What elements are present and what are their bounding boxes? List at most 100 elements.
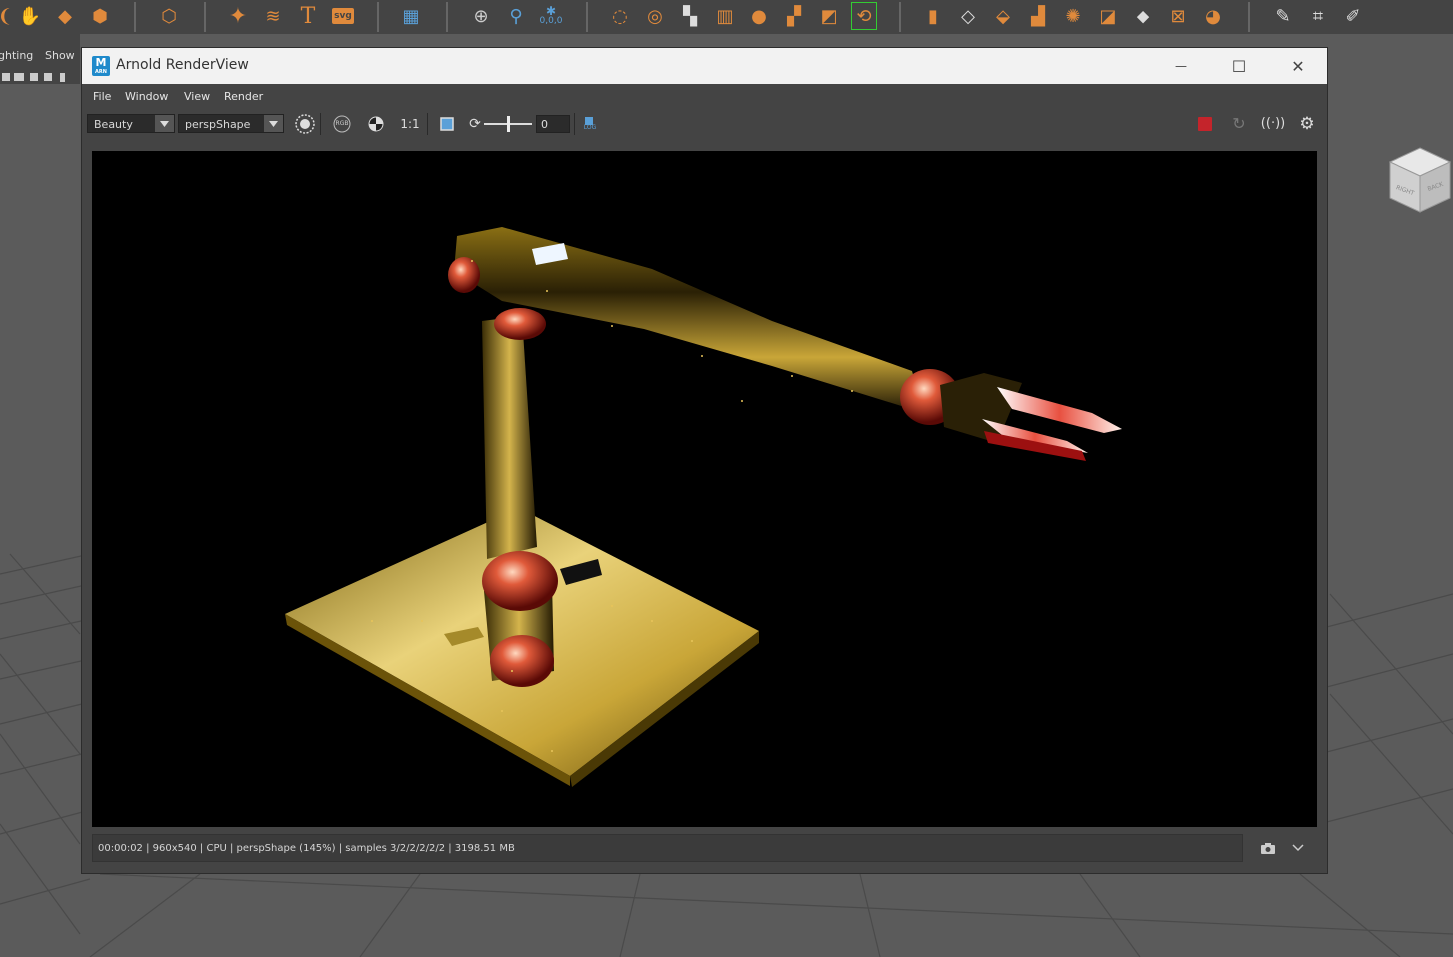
boolean-icon[interactable]: ▥: [712, 3, 738, 29]
svg-icon[interactable]: svg: [330, 3, 356, 29]
sweep-icon[interactable]: ≋: [260, 3, 286, 29]
menu-window[interactable]: Window: [125, 90, 168, 103]
shelf-separator: [134, 2, 136, 32]
freeze-icon[interactable]: ✱ 0,0,0: [538, 3, 564, 29]
smooth-icon[interactable]: ▞: [781, 3, 807, 29]
minimize-icon: —: [1175, 59, 1187, 73]
log-label: LOG: [583, 123, 597, 131]
toolbar-separator: [427, 113, 428, 135]
status-text: 00:00:02 | 960x540 | CPU | perspShape (1…: [98, 843, 515, 854]
ipr-icon[interactable]: ((·)): [1261, 113, 1285, 134]
viewcube[interactable]: RIGHT BACK: [1388, 144, 1452, 216]
show-menu[interactable]: Show: [45, 49, 75, 62]
poly-shape-icon[interactable]: ⬢: [87, 3, 113, 29]
exposure-field[interactable]: 0: [536, 115, 570, 133]
lasso-icon[interactable]: ❨: [0, 3, 18, 29]
shelf-separator: [899, 2, 901, 32]
viewport-mini-icons: [2, 73, 65, 82]
render-image: [285, 227, 1122, 787]
extract-icon[interactable]: ▚: [677, 3, 703, 29]
menu-view[interactable]: View: [184, 90, 210, 103]
maximize-icon: ☐: [1231, 56, 1247, 76]
shelf-separator: [1248, 2, 1250, 32]
shelf-separator: [377, 2, 379, 32]
stop-render-icon[interactable]: [1194, 113, 1216, 134]
cube-icon[interactable]: ✺: [1060, 3, 1086, 29]
chevron-down-icon: [155, 115, 174, 132]
alpha-channel-icon[interactable]: [365, 113, 387, 134]
fill-hole-icon[interactable]: ◇: [955, 3, 981, 29]
camera-value: perspShape: [185, 118, 251, 131]
rgb-label: RGB: [335, 120, 349, 127]
ratio-button[interactable]: 1:1: [399, 113, 421, 134]
window-title: Arnold RenderView: [116, 57, 249, 73]
arnold-renderview-window: M ARN Arnold RenderView — ☐ ✕ File Window…: [81, 47, 1328, 874]
mirror-icon[interactable]: ●: [746, 3, 772, 29]
refresh-icon[interactable]: ↻: [1228, 113, 1250, 134]
expand-button[interactable]: [1287, 838, 1309, 858]
bevel-icon[interactable]: ◩: [816, 3, 842, 29]
crease-icon[interactable]: ◕: [1200, 3, 1226, 29]
gear-icon[interactable]: ⚙: [1296, 113, 1318, 134]
toolbar-separator: [574, 113, 575, 135]
sculpt-icon[interactable]: ✐: [1340, 3, 1366, 29]
bridge-icon[interactable]: ⟲: [851, 2, 877, 30]
extrude-icon[interactable]: ▮: [920, 3, 946, 29]
menu-render[interactable]: Render: [224, 90, 263, 103]
toolbar-separator: [320, 113, 321, 135]
shelf-separator: [446, 2, 448, 32]
aov-dropdown[interactable]: Beauty: [87, 114, 175, 133]
log-button[interactable]: LOG: [579, 113, 601, 134]
render-toolbar: Beauty perspShape RGB 1:1 ⟳ 0 LOG ↻ ((·)…: [82, 108, 1327, 138]
close-button[interactable]: ✕: [1275, 52, 1321, 80]
render-region-icon[interactable]: [294, 113, 316, 134]
diamond-icon[interactable]: ◆: [52, 3, 78, 29]
title-bar[interactable]: M ARN Arnold RenderView — ☐ ✕: [82, 48, 1327, 84]
rgb-channel-button[interactable]: RGB: [331, 113, 353, 134]
sparkle-icon[interactable]: ✦: [225, 3, 251, 29]
paint-select-icon[interactable]: ✋: [17, 3, 43, 29]
exposure-icon[interactable]: ⟳: [464, 113, 486, 134]
viewport-menu: ghting Show: [0, 34, 80, 84]
polyhedron-icon[interactable]: ⬡: [156, 3, 182, 29]
planar-icon[interactable]: ◪: [1095, 3, 1121, 29]
exposure-value: 0: [541, 118, 548, 131]
zero-pivot-icon[interactable]: ⚲: [503, 3, 529, 29]
camera-icon: [1261, 842, 1275, 854]
camera-dropdown[interactable]: perspShape: [178, 114, 284, 133]
logo-sub: ARN: [95, 69, 107, 75]
text-icon[interactable]: T: [295, 3, 321, 29]
sphere-icon[interactable]: ⊠: [1165, 3, 1191, 29]
pivot-readout: 0,0,0: [539, 16, 563, 26]
target-weld-icon[interactable]: ▟: [1025, 3, 1051, 29]
maya-logo-icon: M ARN: [92, 56, 110, 76]
viewport-mini-toolbar[interactable]: [0, 68, 80, 82]
shelf-separator: [586, 2, 588, 32]
menu-bar: File Window View Render: [82, 84, 1327, 108]
chevron-down-icon: [264, 115, 283, 132]
menu-file[interactable]: File: [93, 90, 111, 103]
lighting-menu[interactable]: ghting: [0, 49, 33, 62]
aov-value: Beauty: [94, 118, 133, 131]
merge-icon[interactable]: ⬥: [1130, 3, 1156, 29]
close-icon: ✕: [1291, 56, 1305, 76]
uv-icon[interactable]: ⬙: [990, 3, 1016, 29]
svg-label: svg: [332, 8, 354, 24]
maximize-button[interactable]: ☐: [1216, 52, 1262, 80]
edit-mesh-icon[interactable]: ⌗: [1305, 3, 1331, 29]
logo-letter: M: [95, 56, 107, 69]
multicut-icon[interactable]: ✎: [1270, 3, 1296, 29]
shelf-separator: [204, 2, 206, 32]
grid-icon[interactable]: ▦: [398, 3, 424, 29]
snapshot-button[interactable]: [1257, 838, 1279, 858]
chevron-down-icon: [1292, 844, 1304, 852]
status-bar: 00:00:02 | 960x540 | CPU | perspShape (1…: [92, 834, 1243, 862]
minimize-button[interactable]: —: [1158, 52, 1204, 80]
exposure-slider-handle[interactable]: [507, 116, 510, 132]
combine-icon[interactable]: ◌: [607, 3, 633, 29]
crop-icon[interactable]: [436, 113, 458, 134]
render-canvas[interactable]: [92, 151, 1317, 827]
pivot-icon[interactable]: ⊕: [468, 3, 494, 29]
maya-shelf: ❨ ✋ ◆ ⬢ ⬡ ✦ ≋ T svg ▦ ⊕ ⚲ ✱0,0,0 ◌ ◎ ▚ ▥…: [0, 0, 1453, 34]
separate-icon[interactable]: ◎: [642, 3, 668, 29]
